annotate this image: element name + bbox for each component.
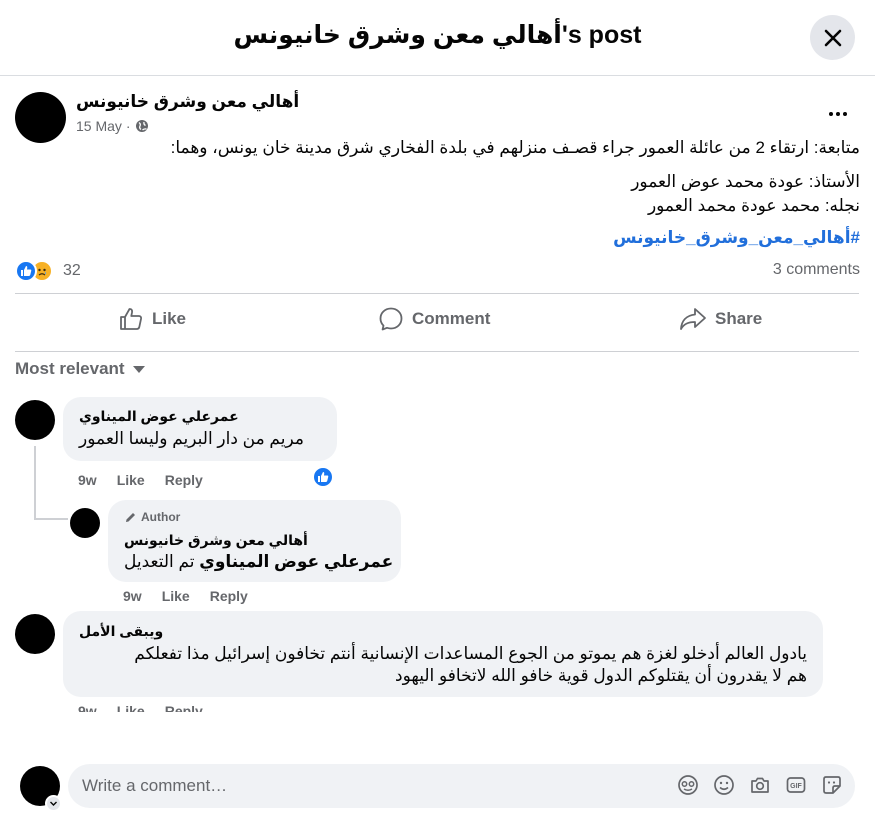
comment-bubble: عمرعلي عوض الميناوي مريم من دار البريم و…	[63, 397, 337, 461]
emoji-icon[interactable]	[713, 774, 735, 796]
share-button-label: Share	[715, 309, 763, 328]
composer-tools: GIF	[677, 774, 843, 796]
speech-bubble-icon	[379, 307, 403, 331]
comment-text: مريم من دار البريم وليسا العمور	[79, 429, 304, 448]
commenter-name[interactable]: ويبقى الأمل	[79, 623, 163, 640]
avatar-sticker-icon[interactable]	[677, 774, 699, 796]
comment-input[interactable]	[82, 776, 602, 796]
post-text-line: الأستاذ: عودة محمد عوض العمور	[631, 172, 860, 191]
author-badge: Author	[124, 510, 180, 524]
comment-like-button[interactable]: Like	[117, 472, 145, 488]
comment-actions: 9w Like Reply	[78, 472, 203, 488]
gif-icon[interactable]: GIF	[785, 774, 807, 796]
comment-text-line: هم لا يقدرون أن يقتلوكم الدول قوية خافو …	[395, 666, 807, 685]
thread-connector	[34, 446, 36, 520]
post-date[interactable]: 15 May	[76, 118, 122, 134]
camera-icon[interactable]	[749, 774, 771, 796]
commenter-avatar[interactable]	[15, 400, 55, 440]
share-arrow-icon	[680, 308, 706, 330]
comment-text: يادول العالم أدخلو لغزة هم يموتو من الجو…	[134, 643, 807, 687]
more-dot-icon	[829, 112, 833, 116]
post-text-line: نجله: محمد عودة محمد العمور	[647, 196, 860, 215]
svg-text:GIF: GIF	[790, 783, 802, 790]
comment-button[interactable]: Comment	[378, 304, 490, 334]
pencil-icon	[126, 512, 135, 522]
commenter-name[interactable]: عمرعلي عوض الميناوي	[79, 408, 239, 425]
like-button-label: Like	[152, 309, 187, 328]
close-button[interactable]	[810, 15, 855, 60]
caret-down-icon	[132, 365, 145, 373]
reply-time[interactable]: 9w	[123, 588, 142, 604]
post-text-line: متابعة: ارتقاء 2 من عائلة العمور جراء قص…	[170, 138, 860, 157]
close-icon	[824, 29, 841, 46]
comment-composer: GIF	[68, 764, 855, 808]
comment-sort-dropdown[interactable]: Most relevant	[15, 359, 145, 379]
reactions-summary[interactable]: 32	[15, 260, 81, 282]
meta-separator: ·	[125, 118, 131, 134]
comment-button-label: Comment	[412, 309, 491, 328]
divider	[15, 351, 859, 352]
sort-label: Most relevant	[15, 359, 125, 378]
author-badge-label: Author	[141, 510, 181, 524]
comment-like-badge-icon[interactable]	[312, 466, 334, 488]
thumbs-up-icon	[120, 308, 142, 330]
like-reaction-icon	[15, 260, 37, 282]
reply-text-content: تم التعديل	[124, 552, 195, 571]
thread-connector	[34, 518, 68, 520]
reply-author-name[interactable]: أهالي معن وشرق خانيونس	[124, 532, 308, 549]
more-options-button[interactable]	[820, 100, 856, 128]
comments-count-link[interactable]: 3 comments	[773, 261, 860, 279]
reply-bubble: Author أهالي معن وشرق خانيونس عمرعلي عوض…	[108, 500, 401, 582]
globe-icon	[135, 120, 148, 132]
reply-mention[interactable]: عمرعلي عوض الميناوي	[199, 552, 393, 571]
comment-text-line: يادول العالم أدخلو لغزة هم يموتو من الجو…	[134, 644, 807, 663]
profile-switcher-button[interactable]	[45, 795, 62, 812]
more-dot-icon	[843, 112, 847, 116]
more-dot-icon	[836, 112, 840, 116]
commenter-avatar[interactable]	[15, 614, 55, 654]
post-meta: 15 May ·	[76, 118, 149, 134]
like-button[interactable]: Like	[118, 304, 186, 334]
comment-bubble: ويبقى الأمل يادول العالم أدخلو لغزة هم ي…	[63, 611, 823, 697]
scroll-clip	[0, 712, 875, 752]
reply-reply-button[interactable]: Reply	[210, 588, 248, 604]
dialog-title: أهالي معن وشرق خانيونس's post	[233, 21, 642, 49]
dialog-header: أهالي معن وشرق خانيونس's post	[0, 0, 875, 76]
reaction-count: 32	[63, 262, 81, 279]
reply-author-avatar[interactable]	[70, 508, 100, 538]
reply-like-button[interactable]: Like	[162, 588, 190, 604]
sticker-icon[interactable]	[821, 774, 843, 796]
chevron-down-icon	[50, 801, 57, 806]
comment-time[interactable]: 9w	[78, 472, 97, 488]
reply-text: عمرعلي عوض الميناوي تم التعديل	[124, 552, 393, 572]
reply-actions: 9w Like Reply	[123, 588, 248, 604]
divider	[15, 293, 859, 294]
post-author-name[interactable]: أهالي معن وشرق خانيونس	[76, 92, 299, 112]
post-hashtag-link[interactable]: #أهالي_معن_وشرق_خانيونس	[613, 228, 860, 248]
post-author-avatar[interactable]	[15, 92, 66, 143]
share-button[interactable]: Share	[679, 304, 762, 334]
comment-reply-button[interactable]: Reply	[165, 472, 203, 488]
